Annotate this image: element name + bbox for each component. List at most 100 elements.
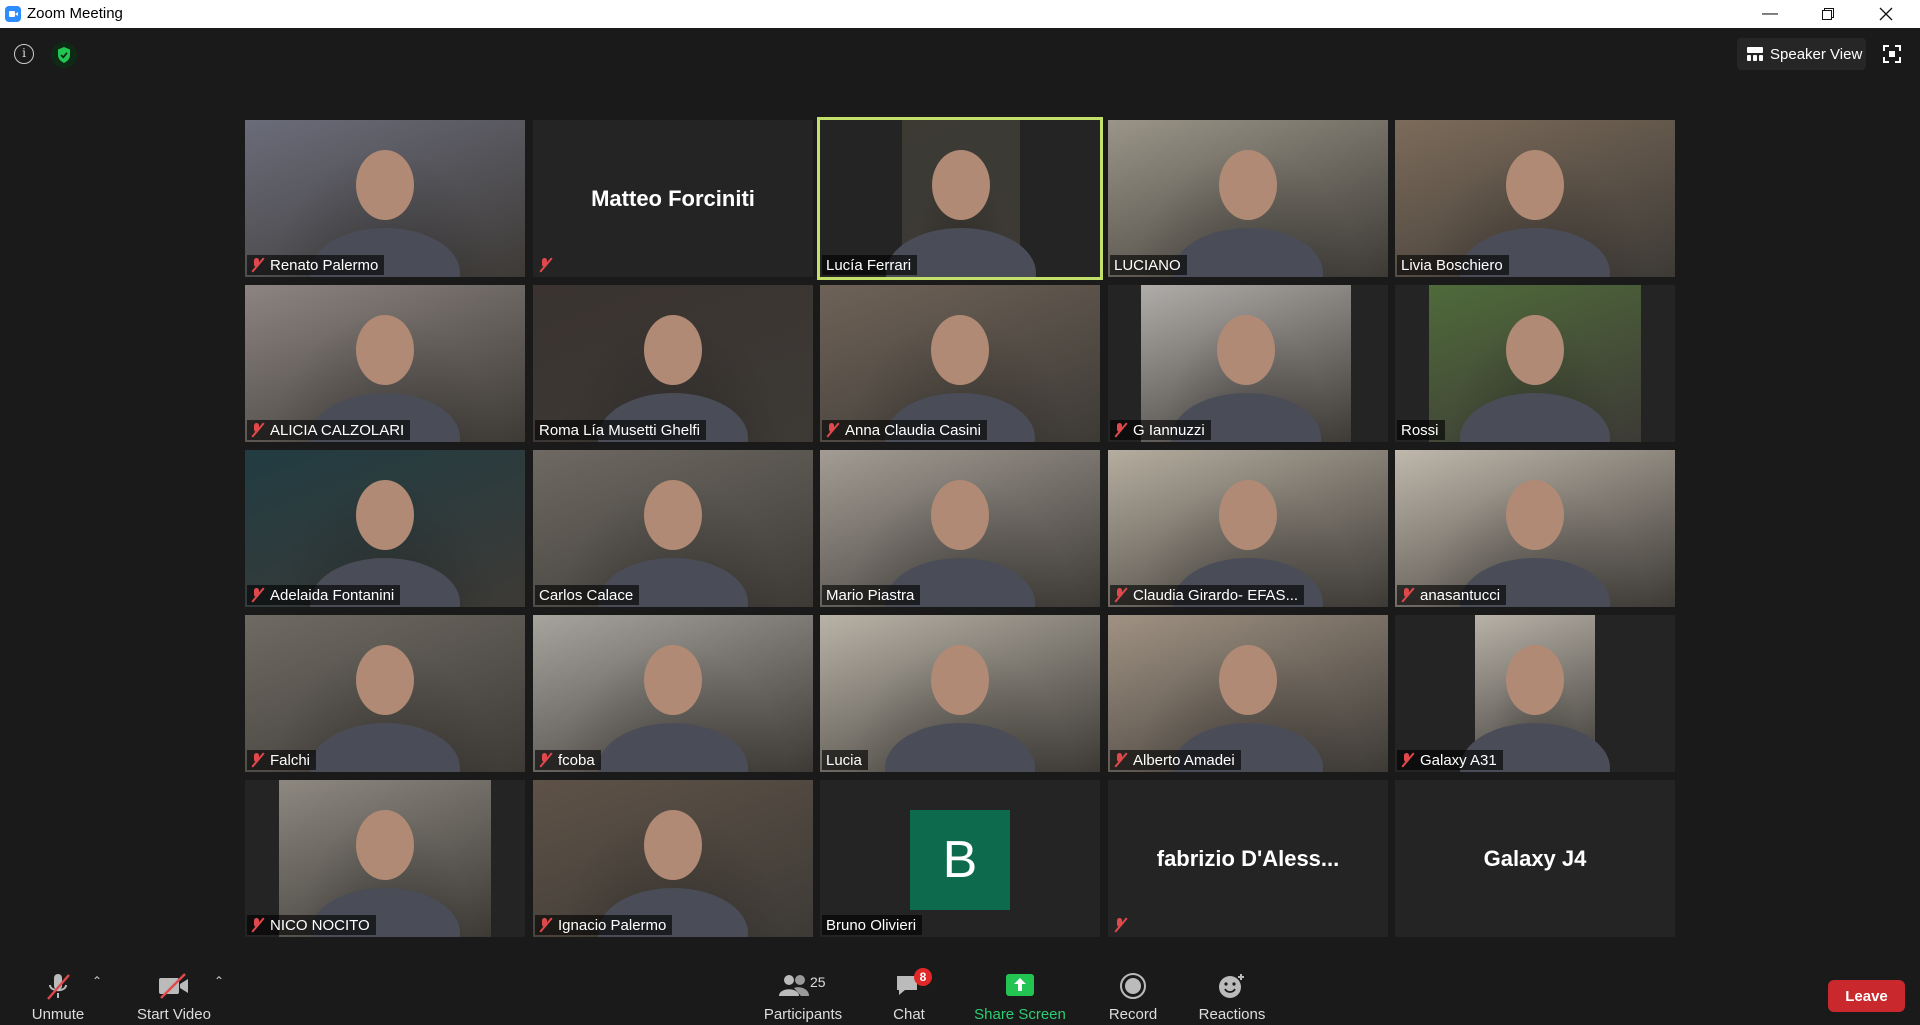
participant-name-tag: Renato Palermo	[247, 255, 385, 275]
participant-silhouette	[931, 315, 989, 385]
participant-name: Ignacio Palermo	[558, 916, 667, 934]
video-tile[interactable]: Livia Boschiero	[1395, 120, 1675, 277]
video-tile[interactable]: Claudia Girardo- EFAS...	[1108, 450, 1388, 607]
video-tile[interactable]: fcoba	[533, 615, 813, 772]
video-tile[interactable]: Rossi	[1395, 285, 1675, 442]
video-feed	[245, 120, 525, 277]
video-feed	[245, 615, 525, 772]
video-tile[interactable]: Mario Piastra	[820, 450, 1100, 607]
speaker-view-button[interactable]: Speaker View	[1737, 38, 1866, 70]
muted-mic-icon	[539, 752, 553, 768]
video-tile[interactable]: Galaxy J4	[1395, 780, 1675, 937]
participant-name-tag: G Iannuzzi	[1110, 420, 1211, 440]
start-video-label: Start Video	[137, 1006, 211, 1023]
participant-silhouette	[1506, 315, 1564, 385]
participant-name: Anna Claudia Casini	[845, 421, 981, 439]
video-tile[interactable]: Roma Lía Musetti Ghelfi	[533, 285, 813, 442]
participant-silhouette	[1219, 150, 1277, 220]
participants-button[interactable]: 25 Participants	[748, 960, 858, 1025]
participant-name: Adelaida Fontanini	[270, 586, 395, 604]
video-options-caret[interactable]: ⌃	[214, 974, 224, 988]
video-feed	[1460, 615, 1610, 772]
video-tile[interactable]: Alberto Amadei	[1108, 615, 1388, 772]
share-screen-icon	[1006, 974, 1034, 996]
participant-name: Renato Palermo	[270, 256, 379, 274]
reactions-label: Reactions	[1198, 1006, 1266, 1023]
video-tile[interactable]: Carlos Calace	[533, 450, 813, 607]
record-button[interactable]: Record	[1078, 960, 1188, 1025]
participant-name-tag: Lucía Ferrari	[822, 255, 918, 275]
video-feed	[245, 285, 525, 442]
video-tile[interactable]: Adelaida Fontanini	[245, 450, 525, 607]
video-tile[interactable]: Lucia	[820, 615, 1100, 772]
participant-name-tag	[535, 255, 564, 275]
video-tile[interactable]: LUCIANO	[1108, 120, 1388, 277]
participant-silhouette	[356, 315, 414, 385]
chat-label: Chat	[893, 1006, 925, 1023]
unmute-button[interactable]: Unmute	[3, 960, 113, 1025]
video-tile[interactable]: Matteo Forciniti	[533, 120, 813, 277]
video-feed	[533, 615, 813, 772]
participant-name: anasantucci	[1420, 586, 1501, 604]
participant-silhouette	[644, 810, 702, 880]
video-tile[interactable]: Renato Palermo	[245, 120, 525, 277]
audio-options-caret[interactable]: ⌃	[92, 974, 102, 988]
fullscreen-icon[interactable]	[1882, 44, 1902, 64]
video-tile[interactable]: Lucía Ferrari	[817, 117, 1103, 280]
restore-icon	[1822, 8, 1834, 20]
participant-name: Livia Boschiero	[1401, 256, 1503, 274]
participant-name-tag: Carlos Calace	[535, 585, 640, 605]
participant-display-name: Galaxy J4	[1483, 845, 1587, 871]
participant-display-name: fabrizio D'Aless...	[1156, 845, 1340, 871]
video-tile[interactable]: fabrizio D'Aless...	[1108, 780, 1388, 937]
participant-silhouette	[1217, 315, 1275, 385]
participant-name-tag: Ignacio Palermo	[535, 915, 673, 935]
reactions-button[interactable]: Reactions	[1177, 960, 1287, 1025]
participant-name-tag: Livia Boschiero	[1397, 255, 1509, 275]
muted-mic-icon	[251, 422, 265, 438]
video-tile[interactable]: NICO NOCITO	[245, 780, 525, 937]
window-title: Zoom Meeting	[27, 5, 123, 22]
participant-shoulders	[598, 723, 748, 772]
chat-button[interactable]: 8 Chat	[854, 960, 964, 1025]
video-feed	[1108, 615, 1388, 772]
participant-silhouette	[356, 810, 414, 880]
video-tile[interactable]: Anna Claudia Casini	[820, 285, 1100, 442]
video-feed	[886, 120, 1036, 277]
participant-name-tag: Roma Lía Musetti Ghelfi	[535, 420, 706, 440]
video-tile[interactable]: Falchi	[245, 615, 525, 772]
video-tile[interactable]: Galaxy A31	[1395, 615, 1675, 772]
participant-name-tag	[1110, 915, 1139, 935]
participant-name-tag: Rossi	[1397, 420, 1445, 440]
participant-name: Roma Lía Musetti Ghelfi	[539, 421, 700, 439]
video-tile[interactable]: Ignacio Palermo	[533, 780, 813, 937]
video-tile[interactable]: anasantucci	[1395, 450, 1675, 607]
muted-mic-icon	[539, 917, 553, 933]
meeting-info-icon[interactable]: i	[14, 44, 34, 64]
participant-name: fcoba	[558, 751, 595, 769]
restore-button[interactable]	[1805, 0, 1851, 28]
share-screen-button[interactable]: Share Screen	[965, 960, 1075, 1025]
minimize-button[interactable]: —	[1747, 0, 1793, 28]
meeting-toolbar: Unmute ⌃ Start Video ⌃ 25 Participants 8…	[0, 960, 1920, 1025]
start-video-button[interactable]: Start Video	[119, 960, 229, 1025]
participant-name-tag: anasantucci	[1397, 585, 1507, 605]
participant-silhouette	[644, 645, 702, 715]
chat-unread-badge: 8	[914, 968, 932, 986]
close-button[interactable]	[1863, 0, 1909, 28]
video-tile[interactable]: ALICIA CALZOLARI	[245, 285, 525, 442]
participant-name-tag: fcoba	[535, 750, 601, 770]
encryption-shield-icon[interactable]	[51, 42, 77, 68]
participant-name: Mario Piastra	[826, 586, 915, 604]
video-tile[interactable]: B Bruno Olivieri	[820, 780, 1100, 937]
participant-name-tag: Adelaida Fontanini	[247, 585, 401, 605]
video-feed	[533, 780, 813, 937]
video-tile[interactable]: G Iannuzzi	[1108, 285, 1388, 442]
participant-name-tag: Alberto Amadei	[1110, 750, 1241, 770]
participants-label: Participants	[763, 1006, 843, 1023]
participant-name: Lucia	[826, 751, 862, 769]
unmute-label: Unmute	[31, 1006, 85, 1023]
video-feed	[1395, 450, 1675, 607]
microphone-muted-icon	[47, 974, 70, 1000]
leave-button[interactable]: Leave	[1828, 980, 1905, 1012]
